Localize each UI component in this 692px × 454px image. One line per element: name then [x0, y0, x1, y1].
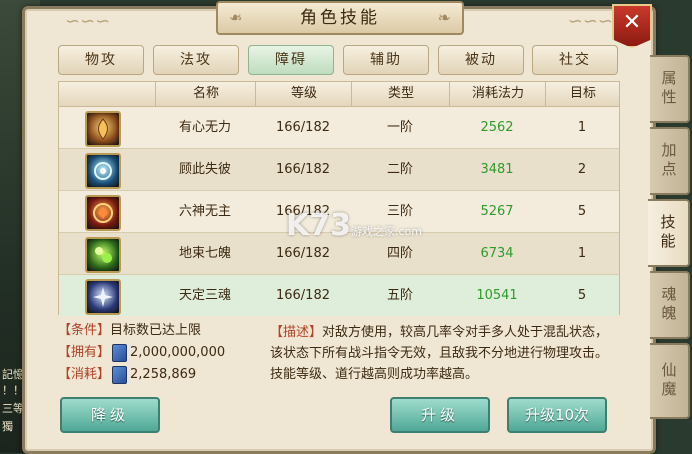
header-level: 等级 — [255, 82, 352, 106]
skill-category-tabs: 物攻 法攻 障碍 辅助 被动 社交 — [58, 45, 618, 75]
tab-magic-attack[interactable]: 法攻 — [153, 45, 239, 75]
skill-target: 5 — [577, 204, 587, 219]
background-text: 記憶 — [2, 368, 24, 381]
side-tab-soul[interactable]: 魂魄 — [650, 271, 690, 339]
skill-level: 166/182 — [275, 120, 330, 135]
side-tab-points[interactable]: 加点 — [650, 127, 690, 195]
table-header: 名称 等级 类型 消耗法力 目标 — [59, 82, 619, 107]
skill-cost: 3481 — [480, 162, 514, 177]
tab-obstruction[interactable]: 障碍 — [248, 45, 334, 75]
skill-book-icon — [112, 343, 128, 362]
skill-target: 2 — [577, 162, 587, 177]
description-label: 【描述】 — [270, 325, 323, 340]
skill-spirit-icon — [85, 237, 121, 273]
skill-target: 1 — [577, 120, 587, 135]
skill-flame-icon — [85, 111, 121, 147]
condition-label: 【条件】 — [58, 323, 111, 338]
header-target: 目标 — [545, 82, 620, 106]
side-tab-attributes[interactable]: 属性 — [650, 55, 690, 123]
header-name: 名称 — [155, 82, 256, 106]
owned-label: 【拥有】 — [58, 345, 111, 360]
condition-value: 目标数已达上限 — [110, 323, 202, 338]
skill-description: 【描述】对敌方使用，较高几率令对手多人处于混乱状态，该状态下所有战斗指令无效，且… — [270, 322, 620, 385]
window-title: 角色技能 — [216, 1, 464, 35]
skill-cost: 2562 — [480, 120, 514, 135]
skill-name: 顾此失彼 — [178, 162, 231, 177]
skill-cost: 6734 — [480, 246, 514, 261]
skill-target: 1 — [577, 246, 587, 261]
condition-line: 【条件】目标数已达上限 — [58, 320, 258, 342]
skill-level: 166/182 — [275, 162, 330, 177]
table-row[interactable]: 天定三魂 166/182 五阶 10541 5 — [59, 275, 619, 316]
skill-type: 一阶 — [386, 120, 413, 135]
upgrade-button[interactable]: 升级 — [390, 397, 490, 433]
downgrade-button[interactable]: 降级 — [60, 397, 160, 433]
skill-name: 地束七魄 — [178, 246, 231, 261]
skill-type: 二阶 — [386, 162, 413, 177]
cost-value: 2,258,869 — [130, 367, 197, 382]
header-cost: 消耗法力 — [449, 82, 546, 106]
side-tab-skills[interactable]: 技能 — [648, 199, 690, 267]
skill-vortex-icon — [85, 153, 121, 189]
background-text: 三等 — [2, 402, 24, 415]
tab-social[interactable]: 社交 — [532, 45, 618, 75]
skill-name: 天定三魂 — [178, 288, 231, 303]
owned-line: 【拥有】 2,000,000,000 — [58, 342, 258, 364]
skill-cost: 10541 — [476, 288, 518, 303]
cost-label: 【消耗】 — [58, 367, 111, 382]
skill-target: 5 — [577, 288, 587, 303]
header-icon — [59, 82, 155, 106]
site-watermark: K73游戏之家.com — [286, 208, 422, 243]
upgrade-ten-button[interactable]: 升级10次 — [507, 397, 607, 433]
header-type: 类型 — [351, 82, 450, 106]
watermark-domain: .com — [395, 225, 422, 238]
skill-emblem-icon — [85, 195, 121, 231]
skill-star-icon — [85, 279, 121, 315]
tab-passive[interactable]: 被动 — [438, 45, 524, 75]
cost-line: 【消耗】 2,258,869 — [58, 364, 258, 386]
skill-cost: 5267 — [480, 204, 514, 219]
skill-table: 名称 等级 类型 消耗法力 目标 有心无力 166/182 一阶 2562 1 … — [58, 81, 620, 316]
skill-type: 五阶 — [386, 288, 413, 303]
skill-info: 【条件】目标数已达上限 【拥有】 2,000,000,000 【消耗】 2,258,… — [58, 320, 258, 386]
cloud-ornament-icon: ∽∽∽ — [567, 11, 613, 32]
watermark-main: K73 — [286, 208, 351, 243]
watermark-sub: 游戏之家 — [351, 225, 395, 238]
skill-book-icon — [112, 365, 128, 384]
close-icon: ✕ — [622, 10, 642, 35]
background-text: 獨 — [2, 420, 13, 433]
owned-value: 2,000,000,000 — [130, 345, 226, 360]
table-row[interactable]: 有心无力 166/182 一阶 2562 1 — [59, 107, 619, 149]
skill-level: 166/182 — [275, 288, 330, 303]
table-row[interactable]: 顾此失彼 166/182 二阶 3481 2 — [59, 149, 619, 191]
tab-support[interactable]: 辅助 — [343, 45, 429, 75]
close-button[interactable]: ✕ — [612, 4, 652, 48]
skill-name: 六神无主 — [178, 204, 231, 219]
side-tab-immortal[interactable]: 仙魔 — [650, 343, 690, 419]
tab-physical-attack[interactable]: 物攻 — [58, 45, 144, 75]
background-text: ！！ — [2, 384, 24, 397]
cloud-ornament-icon: ∽∽∽ — [65, 11, 111, 32]
skill-name: 有心无力 — [178, 120, 231, 135]
